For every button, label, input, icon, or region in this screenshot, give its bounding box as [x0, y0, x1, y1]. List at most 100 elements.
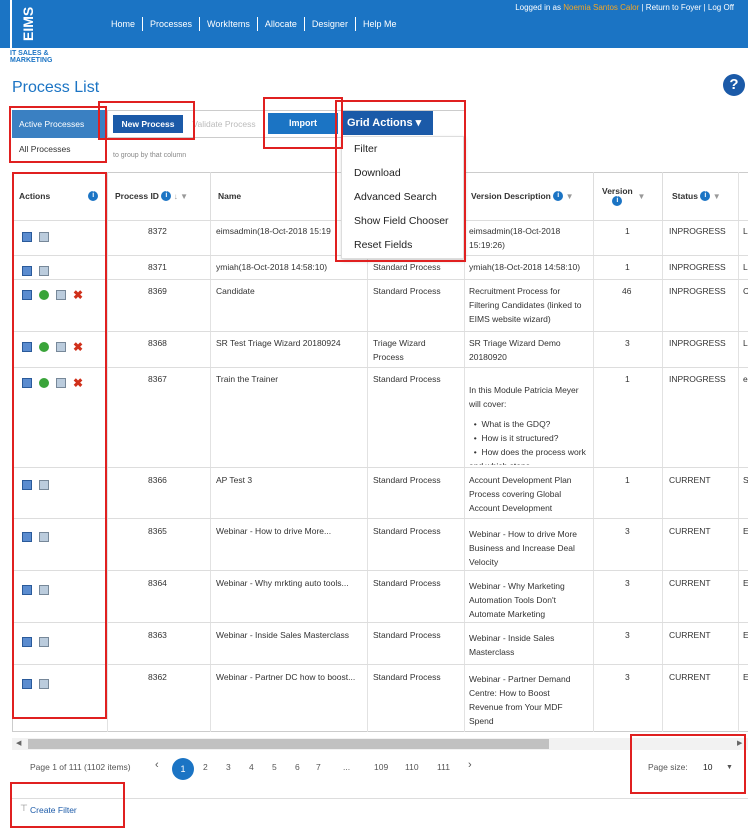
pager-page[interactable]: 110 — [405, 762, 419, 772]
user-links[interactable]: | Return to Foyer | Log Off — [639, 3, 735, 12]
approve-icon[interactable] — [39, 341, 49, 352]
copy-icon[interactable] — [56, 289, 66, 300]
approve-icon[interactable] — [39, 377, 49, 388]
pager-page[interactable]: 3 — [226, 762, 231, 772]
cell-name[interactable]: ymiah(18-Oct-2018 14:58:10) — [216, 260, 327, 274]
cell-name[interactable]: Webinar - Partner DC how to boost... — [216, 670, 364, 684]
col-header-version-description[interactable]: Version Description i ▼ — [464, 172, 593, 220]
pager-next-icon[interactable]: › — [468, 759, 472, 771]
menu-item-show-field-chooser[interactable]: Show Field Chooser — [354, 215, 449, 227]
copy-icon[interactable] — [39, 265, 49, 276]
copy-icon[interactable] — [39, 636, 49, 647]
cell-truncated: S — [743, 475, 748, 485]
cell-name[interactable]: Webinar - How to drive More... — [216, 524, 331, 538]
pager-page-current[interactable]: 1 — [172, 758, 194, 780]
row-actions: ✖ — [22, 339, 90, 353]
pager-prev-icon[interactable]: ‹ — [155, 759, 159, 771]
cell-name[interactable]: Candidate — [216, 284, 255, 298]
cell-version-description: In this Module Patricia Meyer will cover… — [469, 385, 579, 409]
edit-icon[interactable] — [22, 289, 32, 300]
sort-icon[interactable]: ↓ — [174, 192, 178, 201]
copy-icon[interactable] — [56, 377, 66, 388]
scroll-right-icon[interactable]: ▶ — [737, 739, 742, 747]
nav-help-me[interactable]: Help Me — [356, 19, 404, 29]
cell-name[interactable]: Webinar - Inside Sales Masterclass — [216, 628, 349, 642]
copy-icon[interactable] — [39, 231, 49, 242]
delete-icon[interactable]: ✖ — [73, 377, 83, 389]
grid-actions-button[interactable]: Grid Actions ▾ — [341, 111, 433, 135]
delete-icon[interactable]: ✖ — [73, 341, 83, 353]
row-actions — [22, 477, 56, 491]
filter-icon[interactable]: ▼ — [713, 192, 721, 201]
pager-page[interactable]: 7 — [316, 762, 321, 772]
row-divider — [12, 331, 748, 332]
menu-item-download[interactable]: Download — [354, 167, 401, 179]
col-header-process-id[interactable]: Process ID i ↓ ▼ — [107, 172, 210, 220]
delete-icon[interactable]: ✖ — [73, 289, 83, 301]
filter-icon[interactable]: ▼ — [566, 192, 574, 201]
import-button[interactable]: Import — [268, 113, 338, 134]
col-header-status[interactable]: Status i ▼ — [662, 172, 738, 220]
menu-item-reset-fields[interactable]: Reset Fields — [354, 239, 412, 251]
edit-icon[interactable] — [22, 678, 32, 689]
cell-name[interactable]: Webinar - Why mrkting auto tools... — [216, 576, 349, 590]
copy-icon[interactable] — [56, 341, 66, 352]
cell-status: INPROGRESS — [669, 338, 726, 348]
eims-logo[interactable]: EIMS — [10, 0, 44, 48]
cell-status: INPROGRESS — [669, 286, 726, 296]
pager-page[interactable]: 6 — [295, 762, 300, 772]
info-icon[interactable]: i — [553, 191, 564, 201]
cell-name[interactable]: AP Test 3 — [216, 473, 252, 487]
copy-icon[interactable] — [39, 584, 49, 595]
scroll-left-icon[interactable]: ◀ — [16, 739, 21, 747]
cell-name[interactable]: Train the Trainer — [216, 372, 278, 386]
cell-name[interactable]: SR Test Triage Wizard 20180924 — [216, 336, 341, 350]
col-header-version[interactable]: Version i ▼ — [593, 172, 662, 220]
nav-home[interactable]: Home — [104, 19, 142, 29]
edit-icon[interactable] — [22, 231, 32, 242]
info-icon[interactable]: i — [700, 191, 711, 201]
tab-active-processes[interactable]: Active Processes — [12, 110, 107, 138]
cell-version: 3 — [625, 578, 630, 588]
info-icon[interactable]: i — [612, 196, 623, 206]
pager-page[interactable]: 4 — [249, 762, 254, 772]
approve-icon[interactable] — [39, 289, 49, 300]
nav-allocate[interactable]: Allocate — [258, 19, 304, 29]
info-icon[interactable]: i — [161, 191, 172, 201]
pager-page[interactable]: 2 — [203, 762, 208, 772]
row-actions: ✖ — [22, 375, 90, 389]
tab-all-processes[interactable]: All Processes — [12, 138, 107, 162]
pager-page[interactable]: 111 — [437, 762, 450, 772]
menu-item-filter[interactable]: Filter — [354, 143, 377, 155]
info-icon[interactable]: i — [88, 191, 99, 201]
cell-process-id: 8364 — [148, 578, 167, 588]
new-process-button[interactable]: New Process — [113, 115, 183, 133]
edit-icon[interactable] — [22, 531, 32, 542]
page-size-select[interactable]: 10 — [703, 762, 712, 772]
edit-icon[interactable] — [22, 265, 32, 276]
chevron-down-icon[interactable]: ▼ — [726, 764, 733, 771]
edit-icon[interactable] — [22, 377, 32, 388]
copy-icon[interactable] — [39, 479, 49, 490]
validate-process-button[interactable]: Validate Process — [188, 115, 260, 133]
column-divider — [738, 172, 739, 732]
help-icon[interactable]: ? — [723, 74, 745, 96]
bullet-text: How does the process work and which step… — [469, 447, 586, 465]
copy-icon[interactable] — [39, 531, 49, 542]
filter-icon[interactable]: ▼ — [180, 192, 188, 201]
nav-processes[interactable]: Processes — [143, 19, 199, 29]
edit-icon[interactable] — [22, 636, 32, 647]
edit-icon[interactable] — [22, 479, 32, 490]
col-header-actions[interactable]: Actions i — [12, 172, 107, 220]
scrollbar-thumb[interactable] — [28, 739, 549, 749]
copy-icon[interactable] — [39, 678, 49, 689]
pager-page[interactable]: 109 — [374, 762, 388, 772]
filter-icon[interactable]: ▼ — [637, 192, 645, 201]
create-filter-link[interactable]: Create Filter — [30, 805, 77, 815]
pager-page[interactable]: 5 — [272, 762, 277, 772]
menu-item-advanced-search[interactable]: Advanced Search — [354, 191, 437, 203]
nav-designer[interactable]: Designer — [305, 19, 355, 29]
edit-icon[interactable] — [22, 341, 32, 352]
edit-icon[interactable] — [22, 584, 32, 595]
nav-workitems[interactable]: WorkItems — [200, 19, 257, 29]
